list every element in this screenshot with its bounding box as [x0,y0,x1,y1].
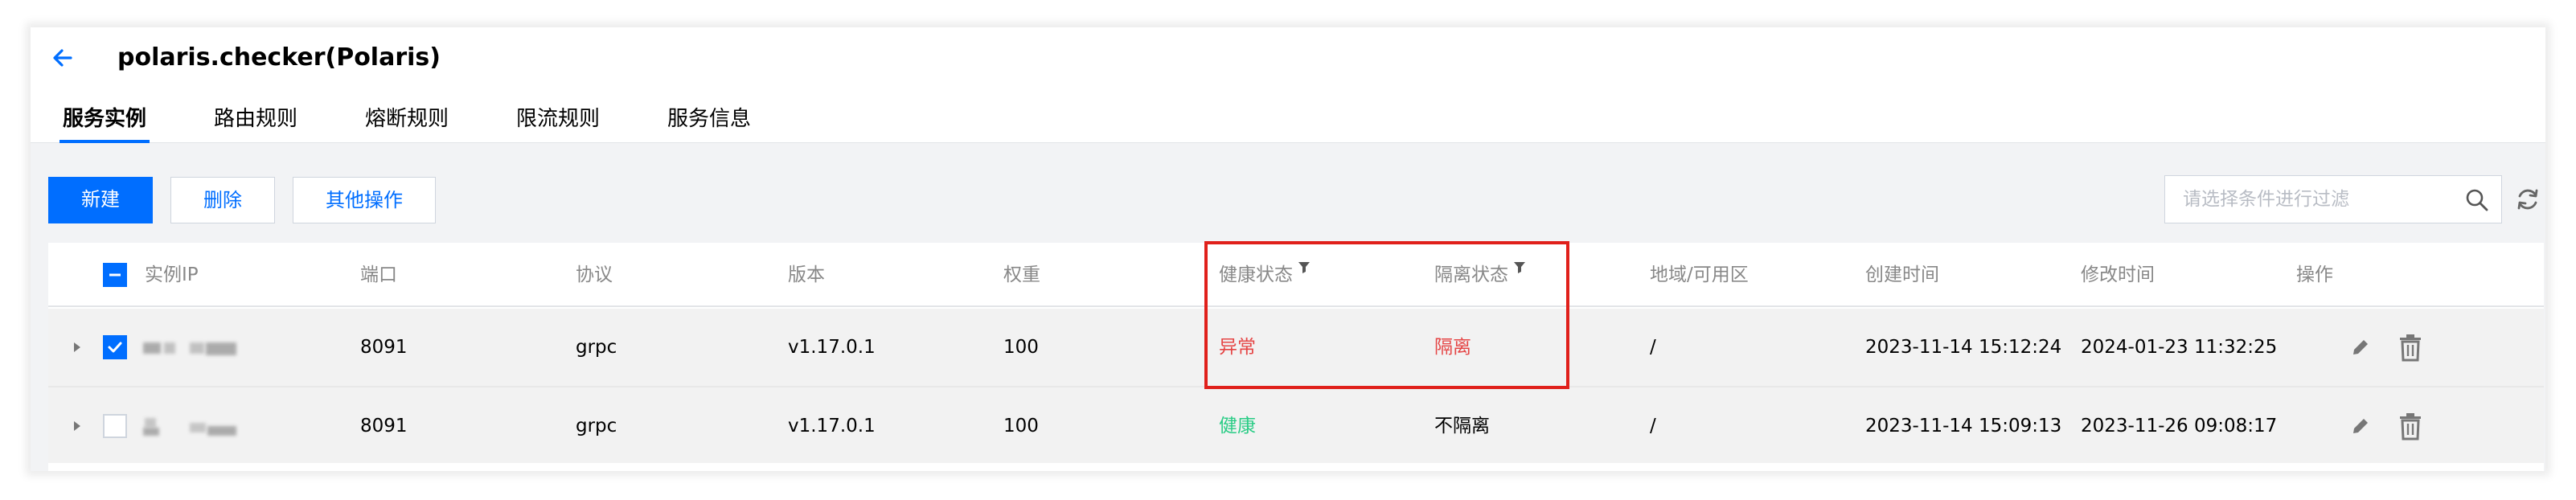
column-header-created: 创建时间 [1865,264,1939,285]
ip-redacted [143,309,240,386]
column-header-weight: 权重 [1003,264,1040,285]
ip-redacted [143,387,240,465]
filter-search [2164,175,2502,223]
cell-version: v1.17.0.1 [788,337,876,358]
table-row[interactable]: 8091 grpc v1.17.0.1 100 异常 隔离 / 2023-11-… [48,309,2544,386]
column-header-health-label: 健康状态 [1219,264,1293,285]
cell-port: 8091 [360,416,408,436]
caret-right-icon[interactable] [72,420,82,432]
minus-icon [109,273,121,277]
edit-icon[interactable] [2349,415,2372,437]
caret-right-icon[interactable] [72,341,82,354]
cell-version: v1.17.0.1 [788,416,876,436]
column-header-version: 版本 [788,264,825,285]
column-header-modified: 修改时间 [2081,264,2155,285]
page-header: polaris.checker(Polaris) 服务实例 路由规则 熔断规则 … [31,27,2545,143]
column-header-isolate-label: 隔离状态 [1434,264,1508,285]
edit-icon[interactable] [2349,336,2372,359]
search-input[interactable] [2165,176,2455,223]
table-header: 实例IP 端口 协议 版本 权重 健康状态 隔离状态 地域/可用区 创建时间 修… [48,243,2544,307]
tab-service-instances[interactable]: 服务实例 [59,101,150,143]
search-icon[interactable] [2464,187,2490,213]
row-checkbox[interactable] [103,335,127,359]
cell-region: / [1650,337,1656,358]
cell-health-status: 异常 [1219,337,1256,358]
cell-region: / [1650,416,1656,436]
cell-isolate-status: 隔离 [1434,337,1471,358]
cell-port: 8091 [360,337,408,358]
cell-created-time: 2023-11-14 15:09:13 [1865,416,2062,436]
page-title: polaris.checker(Polaris) [117,43,441,72]
cell-isolate-status: 不隔离 [1434,416,1490,436]
column-header-region: 地域/可用区 [1650,264,1749,285]
select-all-checkbox[interactable] [103,263,127,287]
trash-icon[interactable] [2398,333,2423,362]
new-button[interactable]: 新建 [48,177,153,223]
trash-icon[interactable] [2398,412,2423,441]
refresh-icon[interactable] [2513,185,2542,214]
column-header-isolate: 隔离状态 [1434,243,1526,307]
cell-weight: 100 [1003,416,1039,436]
cell-modified-time: 2023-11-26 09:08:17 [2081,416,2278,436]
tab-service-info[interactable]: 服务信息 [667,101,751,143]
check-icon [108,342,122,353]
column-header-health: 健康状态 [1219,243,1311,307]
filter-icon[interactable] [1298,261,1311,274]
column-header-port: 端口 [360,264,397,285]
more-actions-button[interactable]: 其他操作 [293,177,436,223]
table-row[interactable]: 8091 grpc v1.17.0.1 100 健康 不隔离 / 2023-11… [48,386,2544,463]
column-header-ip: 实例IP [145,264,199,285]
column-header-actions: 操作 [2296,264,2333,285]
instances-table: 实例IP 端口 协议 版本 权重 健康状态 隔离状态 地域/可用区 创建时间 修… [48,243,2544,471]
cell-health-status: 健康 [1219,416,1256,436]
filter-icon[interactable] [1513,261,1526,274]
cell-protocol: grpc [576,337,617,358]
tab-rate-limit-rules[interactable]: 限流规则 [516,101,600,143]
column-header-protocol: 协议 [576,264,613,285]
tab-circuit-breaker-rules[interactable]: 熔断规则 [365,101,449,143]
row-checkbox[interactable] [103,414,127,438]
tab-routing-rules[interactable]: 路由规则 [214,101,297,143]
cell-weight: 100 [1003,337,1039,358]
cell-modified-time: 2024-01-23 11:32:25 [2081,337,2278,358]
back-arrow-icon[interactable] [47,42,79,74]
cell-created-time: 2023-11-14 15:12:24 [1865,337,2062,358]
delete-button[interactable]: 删除 [170,177,275,223]
cell-protocol: grpc [576,416,617,436]
app-window: polaris.checker(Polaris) 服务实例 路由规则 熔断规则 … [31,27,2545,471]
